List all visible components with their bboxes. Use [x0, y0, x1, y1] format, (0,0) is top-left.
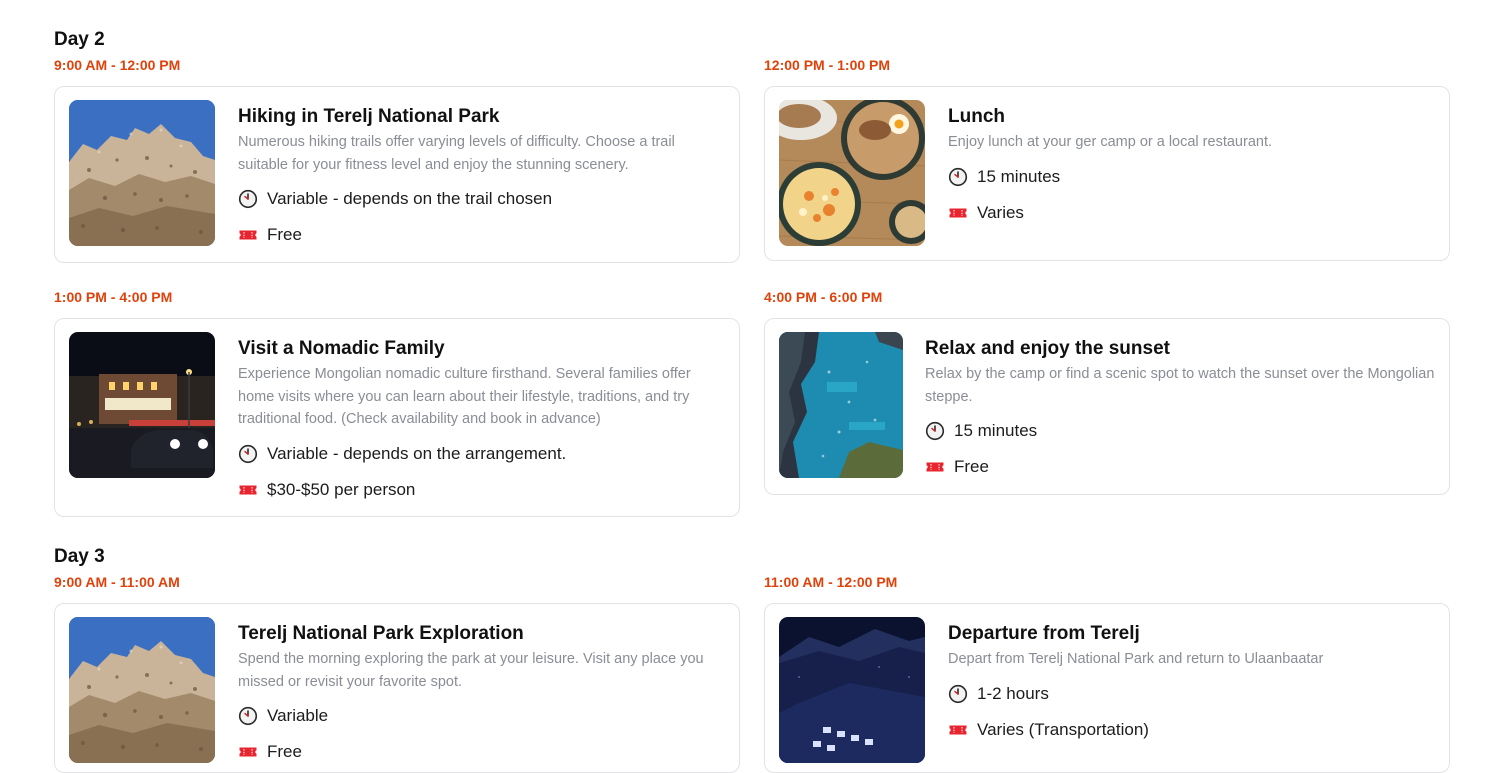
clock-icon: [238, 706, 258, 726]
activity-time: 9:00 AM - 12:00 PM: [54, 57, 181, 73]
activity-cost: $30-$50 per person: [238, 479, 725, 501]
activity-title: Relax and enjoy the sunset: [925, 338, 1170, 359]
clock-icon: [948, 167, 968, 187]
activity-cost: Free: [238, 224, 725, 246]
activity-duration: Variable - depends on the arrangement.: [238, 443, 725, 465]
activity-card-park-exploration[interactable]: Terelj National Park Exploration Spend t…: [54, 603, 740, 773]
activity-duration: Variable: [238, 705, 725, 727]
duration-text: 15 minutes: [977, 166, 1061, 186]
activity-card-departure[interactable]: Departure from Terelj Depart from Terelj…: [764, 603, 1450, 773]
activity-time: 11:00 AM - 12:00 PM: [764, 574, 898, 590]
food-photo: [779, 100, 925, 246]
activity-title: Visit a Nomadic Family: [238, 338, 445, 359]
cost-text: Varies: [977, 202, 1024, 222]
ticket-icon: [948, 203, 968, 223]
duration-text: 1-2 hours: [977, 683, 1049, 703]
activity-card-lunch[interactable]: Lunch Enjoy lunch at your ger camp or a …: [764, 86, 1450, 261]
cost-text: $30-$50 per person: [267, 479, 416, 499]
activity-description: Numerous hiking trails offer varying lev…: [238, 134, 675, 173]
ticket-icon: [948, 720, 968, 740]
activity-cost: Free: [925, 456, 1435, 478]
activity-title: Hiking in Terelj National Park: [238, 106, 500, 127]
duration-text: Variable - depends on the arrangement.: [267, 443, 567, 463]
activity-time: 9:00 AM - 11:00 AM: [54, 574, 180, 590]
activity-title: Departure from Terelj: [948, 623, 1140, 644]
activity-duration: 15 minutes: [925, 420, 1435, 442]
ticket-icon: [238, 742, 258, 762]
activity-description: Relax by the camp or find a scenic spot …: [925, 366, 1435, 405]
snow-night-photo: [779, 617, 925, 763]
mountain-photo: [69, 100, 215, 246]
ticket-icon: [238, 480, 258, 500]
activity-description: Experience Mongolian nomadic culture fir…: [238, 366, 691, 427]
activity-time: 1:00 PM - 4:00 PM: [54, 289, 173, 305]
night-street-photo: [69, 332, 215, 478]
ticket-icon: [238, 225, 258, 245]
duration-text: 15 minutes: [954, 421, 1038, 440]
activity-time: 12:00 PM - 1:00 PM: [764, 57, 891, 73]
cost-text: Varies (Transportation): [977, 719, 1149, 739]
activity-cost: Varies: [948, 202, 1435, 224]
duration-text: Variable - depends on the trail chosen: [267, 189, 553, 208]
day-heading: Day 2: [54, 29, 105, 50]
cost-text: Free: [267, 742, 302, 761]
mountain-photo: [69, 617, 215, 763]
activity-description: Depart from Terelj National Park and ret…: [948, 651, 1324, 667]
activity-card-sunset[interactable]: Relax and enjoy the sunset Relax by the …: [764, 318, 1450, 495]
activity-cost: Free: [238, 741, 725, 763]
activity-duration: 15 minutes: [948, 166, 1435, 188]
activity-description: Spend the morning exploring the park at …: [238, 651, 704, 690]
clock-icon: [925, 421, 945, 441]
activity-card-nomadic-family[interactable]: Visit a Nomadic Family Experience Mongol…: [54, 318, 740, 517]
clock-icon: [238, 444, 258, 464]
activity-cost: Varies (Transportation): [948, 719, 1435, 741]
activity-duration: 1-2 hours: [948, 683, 1435, 705]
activity-duration: Variable - depends on the trail chosen: [238, 188, 725, 210]
activity-title: Lunch: [948, 106, 1005, 127]
day-heading: Day 3: [54, 546, 105, 567]
activity-time: 4:00 PM - 6:00 PM: [764, 289, 883, 305]
activity-card-hiking[interactable]: Hiking in Terelj National Park Numerous …: [54, 86, 740, 263]
cost-text: Free: [267, 225, 302, 244]
ticket-icon: [925, 457, 945, 477]
cost-text: Free: [954, 457, 989, 476]
clock-icon: [948, 684, 968, 704]
coast-photo: [779, 332, 903, 478]
activity-title: Terelj National Park Exploration: [238, 623, 524, 644]
activity-description: Enjoy lunch at your ger camp or a local …: [948, 134, 1272, 150]
duration-text: Variable: [267, 706, 329, 725]
clock-icon: [238, 189, 258, 209]
